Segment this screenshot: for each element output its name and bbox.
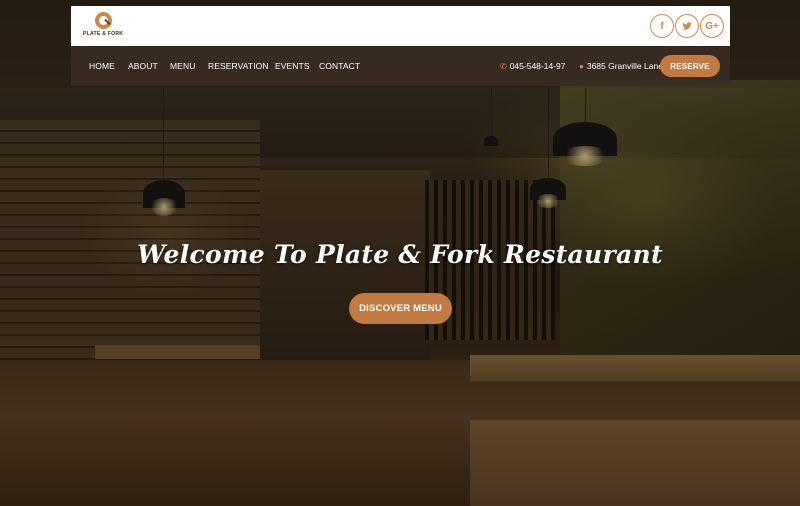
main-navigation: HOME ABOUT MENU RESERVATION EVENTS CONTA… bbox=[71, 46, 730, 86]
google-plus-button[interactable]: G+ bbox=[700, 14, 724, 38]
phone-contact: ✆ 045-548-14-97 bbox=[500, 61, 565, 71]
reserve-button[interactable]: RESERVE bbox=[660, 55, 720, 77]
logo[interactable]: PLATE & FORK bbox=[83, 12, 123, 42]
nav-reservation[interactable]: RESERVATION bbox=[208, 61, 269, 71]
map-pin-icon: ● bbox=[579, 61, 584, 71]
twitter-icon bbox=[682, 22, 692, 30]
address-contact: ● 3685 Granville Lane bbox=[579, 61, 663, 71]
nav-menu[interactable]: MENU bbox=[170, 61, 195, 71]
twitter-button[interactable] bbox=[675, 14, 699, 38]
phone-number: 045-548-14-97 bbox=[509, 61, 566, 71]
phone-icon: ✆ bbox=[500, 61, 507, 71]
nav-events[interactable]: EVENTS bbox=[275, 61, 310, 71]
header-top-bar: PLATE & FORK f G+ bbox=[71, 6, 730, 46]
nav-about[interactable]: ABOUT bbox=[128, 61, 158, 71]
google-plus-icon: G+ bbox=[705, 20, 719, 32]
facebook-icon: f bbox=[660, 20, 664, 32]
facebook-button[interactable]: f bbox=[650, 14, 674, 38]
logo-mark-icon bbox=[94, 12, 112, 29]
nav-contact[interactable]: CONTACT bbox=[319, 61, 360, 71]
hero-title: Welcome To Plate & Fork Restaurant bbox=[137, 240, 663, 269]
discover-menu-button[interactable]: DISCOVER MENU bbox=[349, 293, 452, 324]
nav-home[interactable]: HOME bbox=[89, 61, 115, 71]
logo-text: PLATE & FORK bbox=[83, 31, 124, 37]
address-text: 3685 Granville Lane bbox=[586, 61, 663, 71]
